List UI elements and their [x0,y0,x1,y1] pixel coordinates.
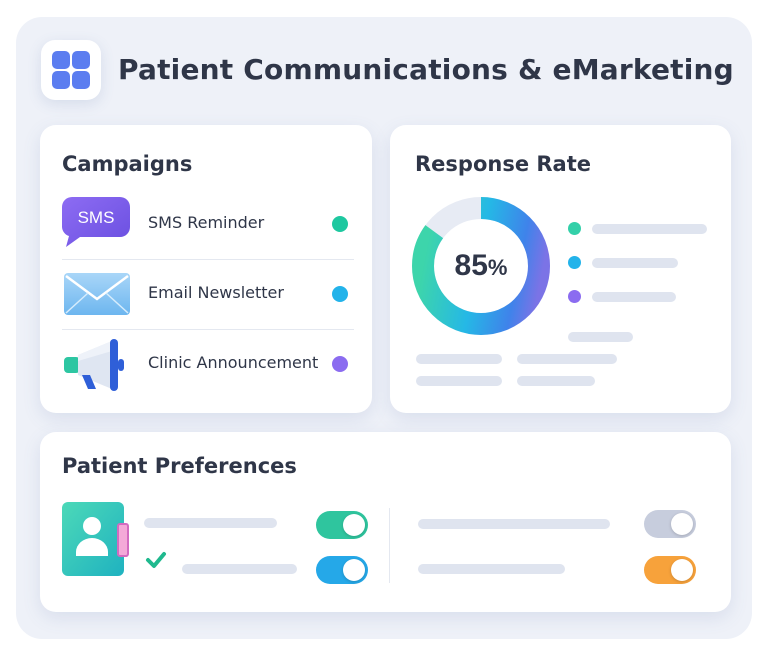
response-donut-chart: 85% [412,197,550,335]
megaphone-icon [64,339,124,391]
campaign-label: SMS Reminder [148,213,265,232]
placeholder-bar [517,376,595,386]
campaign-label: Email Newsletter [148,283,284,302]
placeholder-bar [418,564,565,574]
placeholder-bar [517,354,617,364]
pref-toggle-3[interactable] [644,510,696,538]
sms-bubble-icon: SMS [62,197,130,247]
patient-preferences-card: Patient Preferences [40,432,731,612]
patient-preferences-title: Patient Preferences [62,454,297,478]
status-dot [332,356,348,372]
campaign-row-email[interactable]: Email Newsletter [40,259,372,329]
campaigns-title: Campaigns [62,152,193,176]
pref-toggle-4[interactable] [644,556,696,584]
vertical-divider [389,508,390,583]
placeholder-bar [416,354,502,364]
page-title: Patient Communications & eMarketing [118,53,734,86]
placeholder-bar [568,332,633,342]
pref-toggle-1[interactable] [316,511,368,539]
placeholder-bar [416,376,502,386]
status-dot [332,286,348,302]
legend-dot-3 [568,290,581,303]
response-rate-title: Response Rate [415,152,591,176]
donut-value: 85% [455,249,508,282]
legend-bar-2 [592,258,678,268]
campaign-label: Clinic Announcement [148,353,319,372]
sms-icon-text: SMS [78,208,115,227]
legend-dot-2 [568,256,581,269]
patient-profile-icon [62,502,170,576]
legend-bar-1 [592,224,707,234]
legend-dot-1 [568,222,581,235]
envelope-icon [64,273,130,315]
placeholder-bar [182,564,297,574]
campaign-row-sms[interactable]: SMS SMS Reminder [40,189,372,259]
legend-bar-3 [592,292,676,302]
grid-icon[interactable] [41,40,101,100]
campaigns-card: Campaigns SMS SMS Reminder Email Newslet… [40,125,372,413]
placeholder-bar [418,519,610,529]
response-rate-card: Response Rate 85% [390,125,731,413]
campaign-row-announcement[interactable]: Clinic Announcement [40,329,372,399]
pref-toggle-2[interactable] [316,556,368,584]
placeholder-bar [144,518,277,528]
status-dot [332,216,348,232]
